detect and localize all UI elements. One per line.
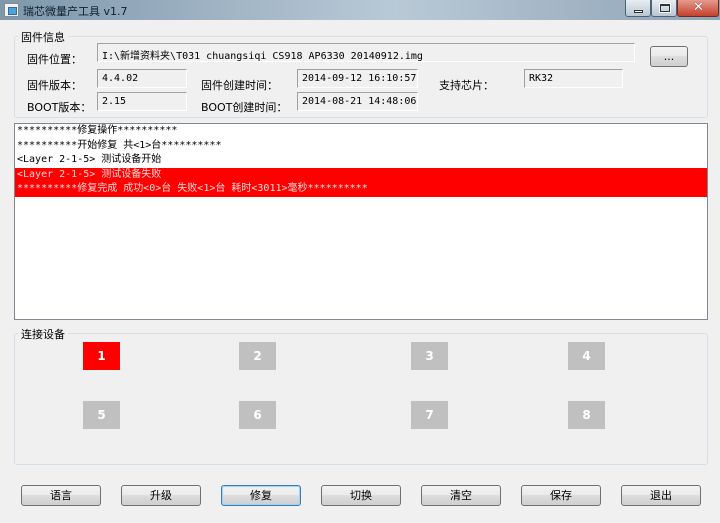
device-slot-6[interactable]: 6 xyxy=(239,401,276,429)
log-line: <Layer 2-1-5> 测试设备开始 xyxy=(17,154,162,165)
firmware-version-label: 固件版本： xyxy=(27,79,82,92)
boot-create-time-field[interactable]: 2014-08-21 14:48:06 xyxy=(297,92,418,111)
browse-button[interactable]: ... xyxy=(650,46,688,67)
devices-group-label: 连接设备 xyxy=(18,326,68,342)
close-icon: ✕ xyxy=(693,0,704,15)
firmware-create-time-field[interactable]: 2014-09-12 16:10:57 xyxy=(297,69,418,88)
app-window: 瑞芯微量产工具 v1.7 ✕ 固件信息 固件位置： I:\新增资料夹\T031_… xyxy=(0,0,720,523)
device-slot-1[interactable]: 1 xyxy=(83,342,120,370)
repair-button[interactable]: 修复 xyxy=(221,485,301,506)
app-icon xyxy=(4,3,19,17)
device-slot-5[interactable]: 5 xyxy=(83,401,120,429)
firmware-create-time-label: 固件创建时间： xyxy=(201,79,278,92)
device-slot-3[interactable]: 3 xyxy=(411,342,448,370)
device-slot-2[interactable]: 2 xyxy=(239,342,276,370)
log-line-error: <Layer 2-1-5> 测试设备失败 xyxy=(15,167,707,182)
switch-button[interactable]: 切换 xyxy=(321,485,401,506)
device-slot-4[interactable]: 4 xyxy=(568,342,605,370)
device-slot-8[interactable]: 8 xyxy=(568,401,605,429)
firmware-version-field[interactable]: 4.4.02 xyxy=(97,69,187,88)
device-slot-7[interactable]: 7 xyxy=(411,401,448,429)
chip-label: 支持芯片： xyxy=(439,79,494,92)
clear-button[interactable]: 清空 xyxy=(421,485,501,506)
firmware-info-label: 固件信息 xyxy=(18,29,68,45)
window-title: 瑞芯微量产工具 v1.7 xyxy=(23,5,128,18)
log-line-error: **********修复完成 成功<0>台 失败<1>台 耗时<3011>毫秒*… xyxy=(15,182,707,197)
firmware-path-label: 固件位置： xyxy=(27,53,82,66)
minimize-button[interactable] xyxy=(625,0,651,17)
log-output[interactable]: **********修复操作********** **********开始修复 … xyxy=(14,123,708,320)
boot-version-field[interactable]: 2.15 xyxy=(97,92,187,111)
exit-button[interactable]: 退出 xyxy=(621,485,701,506)
title-bar[interactable]: 瑞芯微量产工具 v1.7 ✕ xyxy=(0,0,720,20)
boot-version-label: BOOT版本： xyxy=(27,101,92,114)
minimize-icon xyxy=(634,10,643,13)
save-button[interactable]: 保存 xyxy=(521,485,601,506)
language-button[interactable]: 语言 xyxy=(21,485,101,506)
firmware-path-field[interactable]: I:\新增资料夹\T031_chuangsiqi_CS918_AP6330_20… xyxy=(97,43,635,62)
chip-field[interactable]: RK32 xyxy=(524,69,623,88)
maximize-button[interactable] xyxy=(651,0,677,17)
close-button[interactable]: ✕ xyxy=(677,0,719,17)
upgrade-button[interactable]: 升级 xyxy=(121,485,201,506)
log-line: **********开始修复 共<1>台********** xyxy=(17,139,222,151)
maximize-icon xyxy=(659,3,671,13)
log-line: **********修复操作********** xyxy=(17,125,178,136)
boot-create-time-label: BOOT创建时间： xyxy=(201,101,288,114)
